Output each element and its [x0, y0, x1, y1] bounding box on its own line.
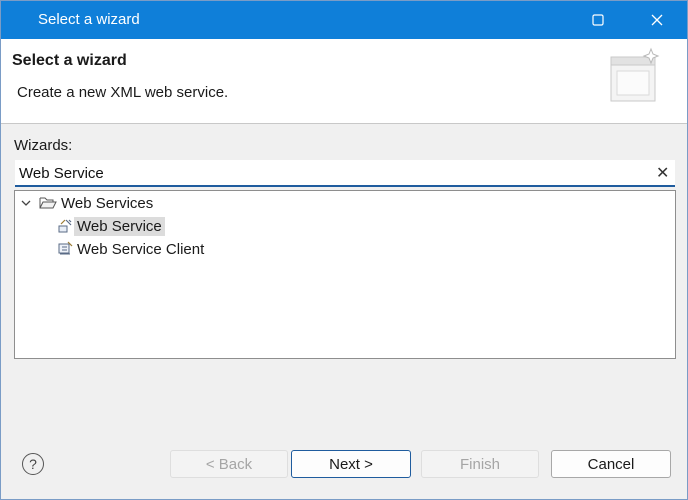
wizard-filter: ✕ — [15, 160, 675, 187]
tree-item-label: Web Service Client — [77, 240, 205, 258]
folder-open-icon — [39, 197, 57, 209]
cancel-button[interactable]: Cancel — [551, 450, 671, 478]
wizards-label: Wizards: — [14, 137, 73, 154]
maximize-icon — [592, 14, 604, 26]
help-icon[interactable]: ? — [22, 453, 44, 475]
finish-button[interactable]: Finish — [421, 450, 539, 478]
close-icon — [651, 14, 663, 26]
wizard-dialog: Select a wizard Select a wizard Create a… — [0, 0, 688, 500]
clear-filter-icon[interactable]: ✕ — [656, 163, 669, 183]
tree-item-web-service-client[interactable]: Web Service Client — [57, 238, 204, 260]
web-service-icon — [58, 219, 72, 233]
maximize-button[interactable] — [572, 1, 624, 39]
next-button[interactable]: Next > — [291, 450, 411, 478]
filter-input[interactable] — [19, 162, 639, 184]
banner-description: Create a new XML web service. — [17, 84, 229, 101]
wizard-banner-icon — [610, 47, 660, 102]
banner-heading: Select a wizard — [12, 52, 127, 69]
tree-category-label: Web Services — [61, 194, 154, 212]
tree-item-label: Web Service — [74, 216, 165, 236]
close-button[interactable] — [631, 1, 683, 39]
web-service-client-icon — [58, 241, 73, 255]
back-button[interactable]: < Back — [170, 450, 288, 478]
tree-item-web-service[interactable]: Web Service — [57, 215, 165, 237]
wizard-banner: Select a wizard Create a new XML web ser… — [1, 39, 687, 124]
collapse-chevron-icon[interactable] — [20, 197, 32, 209]
wizard-tree[interactable]: Web Services Web Service Web Service Cli… — [14, 190, 676, 359]
tree-category-web-services[interactable]: Web Services — [20, 192, 153, 214]
window-title: Select a wizard — [38, 11, 140, 28]
title-bar[interactable]: Select a wizard — [1, 1, 687, 39]
